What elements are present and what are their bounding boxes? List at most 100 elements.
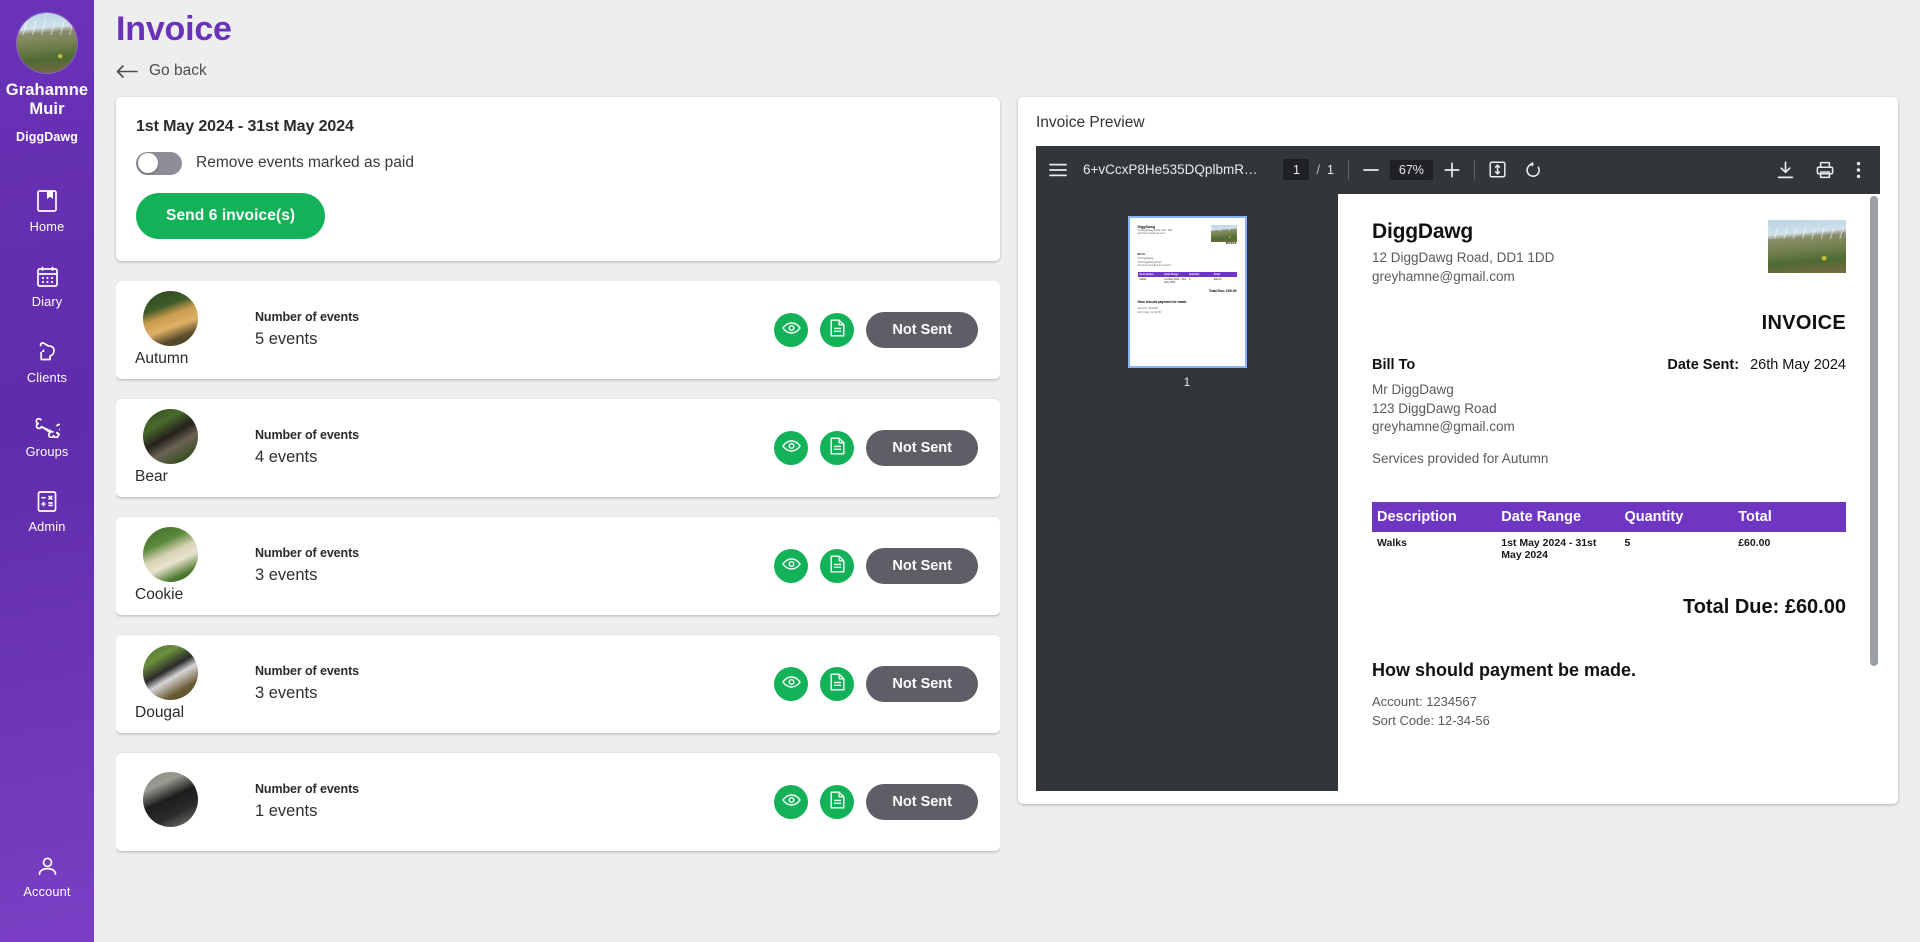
remove-paid-toggle[interactable] — [136, 151, 182, 175]
document-icon — [830, 673, 845, 694]
row-identity: Bear — [133, 409, 241, 486]
plus-icon[interactable] — [1444, 161, 1460, 178]
sort-code: Sort Code: 12-34-56 — [1372, 712, 1490, 728]
pdf-scrollbar[interactable] — [1870, 195, 1878, 666]
invoice-row[interactable]: Bear Number of events 4 events Not Sent — [116, 398, 1000, 497]
preview-invoice-button[interactable] — [774, 548, 809, 583]
events-block: Number of events 1 events — [255, 782, 359, 821]
row-identity — [133, 772, 241, 831]
preview-invoice-button[interactable] — [774, 784, 809, 819]
status-badge[interactable]: Not Sent — [866, 311, 978, 348]
toolbar-divider — [1473, 159, 1475, 180]
status-badge[interactable]: Not Sent — [866, 665, 978, 702]
sidebar-item-label: Groups — [25, 443, 69, 459]
business-email: greyhamne@gmail.com — [1372, 268, 1515, 284]
date-range-label: 1st May 2024 - 31st May 2024 — [136, 117, 354, 135]
status-badge[interactable]: Not Sent — [866, 547, 978, 584]
sidebar-item-label: Home — [29, 218, 65, 234]
dog-avatar — [143, 772, 198, 828]
pdf-zoom-level[interactable]: 67% — [1389, 159, 1433, 180]
hamburger-icon[interactable] — [1049, 163, 1067, 177]
events-label: Number of events — [255, 782, 359, 797]
thumb-sortcode: Sort Code: 12-34-56 — [1137, 311, 1162, 315]
row-actions: Not Sent — [774, 311, 978, 348]
send-invoices-button[interactable]: Send 6 invoice(s) — [136, 192, 326, 239]
row-identity: Autumn — [133, 291, 241, 368]
preview-card: Invoice Preview 6+vCcxP8He535DQplbmR… 1 … — [1018, 96, 1898, 804]
events-count: 3 events — [255, 684, 318, 703]
sidebar-item-label: Account — [23, 884, 71, 899]
bill-to-address: 123 DiggDawg Road — [1372, 400, 1497, 416]
calculator-icon — [36, 490, 58, 513]
sidebar-item-clients[interactable]: Clients — [0, 331, 94, 390]
events-label: Number of events — [255, 310, 359, 325]
status-badge[interactable]: Not Sent — [866, 429, 978, 466]
cell-date-range: 1st May 2024 - 31st May 2024 — [1501, 536, 1597, 561]
invoice-rows-list[interactable]: Autumn Number of events 5 events Not Sen… — [116, 280, 1000, 942]
sidebar-item-groups[interactable]: Groups — [0, 407, 94, 464]
bill-to-email: greyhamne@gmail.com — [1372, 419, 1515, 435]
generate-document-button[interactable] — [820, 548, 855, 583]
business-address: 12 DiggDawg Road, DD1 1DD — [1372, 249, 1555, 265]
date-sent-label: Date Sent: — [1667, 357, 1740, 374]
generate-document-button[interactable] — [820, 430, 855, 465]
generate-document-button[interactable] — [820, 666, 855, 701]
services-line: Services provided for Autumn — [1372, 450, 1549, 466]
sidebar-user-name: Grahamne Muir — [5, 81, 89, 118]
invoice-row[interactable]: Autumn Number of events 5 events Not Sen… — [116, 280, 1000, 379]
page-header: Invoice Go back — [94, 0, 1920, 84]
thumb-table-header: Description Date Range Quantity Total — [1137, 271, 1237, 277]
date-sent: Date Sent: 26th May 2024 — [1667, 357, 1846, 373]
sidebar-item-account[interactable]: Account — [0, 847, 94, 904]
cell-description: Walks — [1377, 536, 1407, 549]
generate-document-button[interactable] — [820, 312, 855, 347]
billto-row: Bill To Date Sent: 26th May 2024 — [1372, 357, 1846, 373]
sidebar-item-label: Clients — [26, 369, 68, 385]
go-back-button[interactable]: Go back — [116, 62, 207, 80]
invoice-row[interactable]: Number of events 1 events Not Sent — [116, 752, 1000, 851]
thumb-table-row: Walks 1st May 2024 - 31st May 2024 5 £60.0… — [1139, 278, 1222, 285]
invoice-row[interactable]: Cookie Number of events 3 events Not Sen… — [116, 516, 1000, 615]
eye-icon — [782, 675, 801, 692]
row-actions: Not Sent — [774, 665, 978, 702]
preview-invoice-button[interactable] — [774, 430, 809, 465]
content-area: 1st May 2024 - 31st May 2024 Remove even… — [94, 84, 1920, 942]
sidebar: Grahamne Muir DiggDawg Home Diary Client… — [0, 0, 94, 942]
dog-head-icon — [35, 340, 59, 364]
events-label: Number of events — [255, 546, 359, 561]
dog-name: Autumn — [135, 350, 189, 368]
preview-invoice-button[interactable] — [774, 666, 809, 701]
events-block: Number of events 3 events — [255, 664, 359, 703]
events-label: Number of events — [255, 428, 359, 443]
more-vertical-icon[interactable] — [1856, 161, 1861, 179]
preview-invoice-button[interactable] — [774, 312, 809, 347]
sidebar-item-label: Admin — [28, 518, 66, 534]
row-identity: Dougal — [133, 645, 241, 722]
status-badge[interactable]: Not Sent — [866, 783, 978, 820]
download-icon[interactable] — [1777, 160, 1794, 179]
sidebar-item-diary[interactable]: Diary — [0, 256, 94, 314]
remove-paid-toggle-row: Remove events marked as paid — [136, 151, 980, 175]
summary-card: 1st May 2024 - 31st May 2024 Remove even… — [116, 96, 1000, 261]
column-header-quantity: Quantity — [1618, 501, 1733, 532]
sidebar-item-admin[interactable]: Admin — [0, 481, 94, 539]
avatar[interactable] — [16, 12, 78, 74]
page-title: Invoice — [116, 10, 232, 48]
dog-avatar — [143, 409, 198, 465]
invoice-logo — [1768, 219, 1846, 273]
fit-page-icon[interactable] — [1489, 161, 1506, 178]
events-block: Number of events 4 events — [255, 428, 359, 467]
preview-title: Invoice Preview — [1036, 113, 1145, 131]
rotate-icon[interactable] — [1524, 161, 1542, 179]
eye-icon — [782, 557, 801, 574]
pdf-body: DiggDawg 12 DiggDawg Road, DD1 1DD greyh… — [1036, 193, 1880, 791]
pdf-page-input[interactable]: 1 — [1283, 159, 1310, 181]
sidebar-item-home[interactable]: Home — [0, 180, 94, 239]
minus-icon[interactable] — [1363, 168, 1379, 172]
document-icon — [830, 437, 845, 458]
print-icon[interactable] — [1816, 161, 1834, 179]
pdf-page-thumbnail[interactable]: DiggDawg 12 DiggDawg Road, DD1 1DD greyh… — [1127, 215, 1247, 368]
invoice-row[interactable]: Dougal Number of events 3 events Not Sen… — [116, 634, 1000, 733]
generate-document-button[interactable] — [820, 784, 855, 819]
row-actions: Not Sent — [774, 783, 978, 820]
